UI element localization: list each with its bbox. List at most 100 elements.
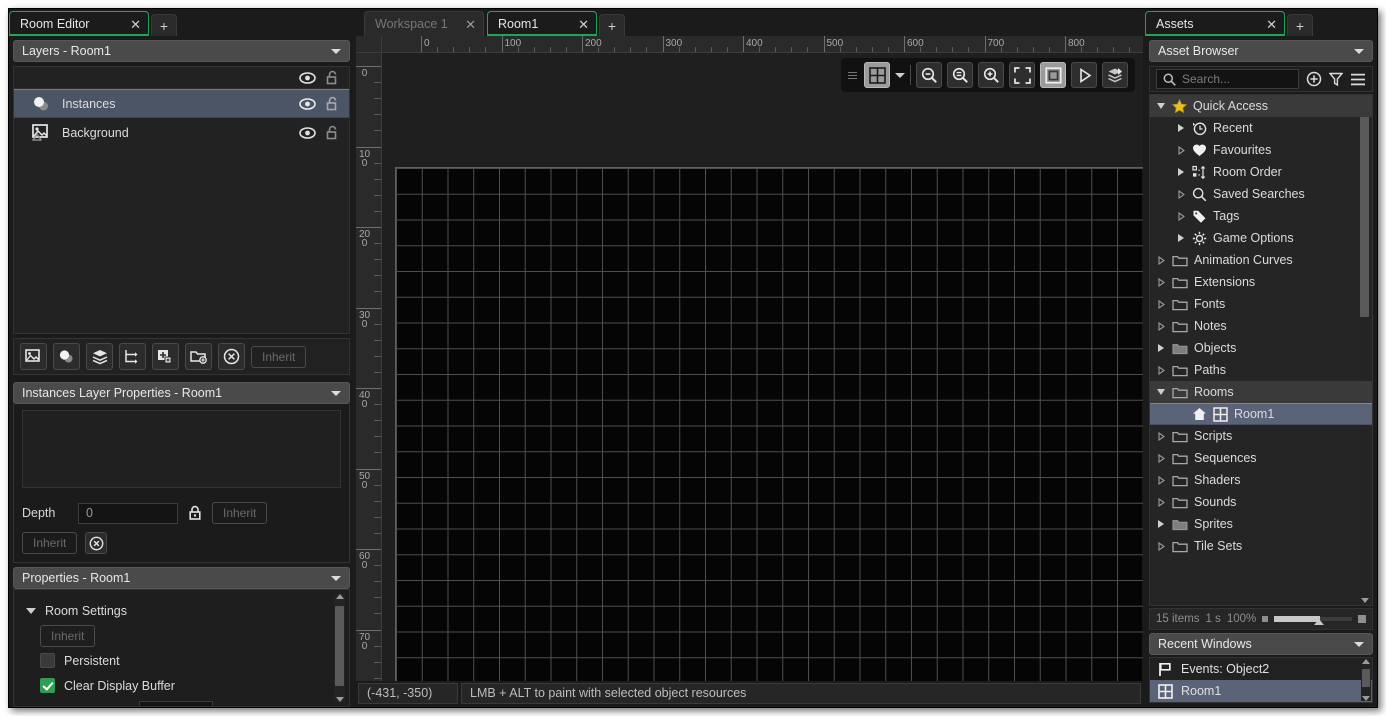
delete-layer-button[interactable] (218, 343, 245, 370)
asset-tree-row-objects[interactable]: Objects (1150, 337, 1372, 359)
menu-button[interactable] (1350, 73, 1366, 86)
close-icon[interactable]: ✕ (465, 18, 476, 31)
search-input[interactable]: Search... (1156, 69, 1299, 89)
recent-window-events-object2[interactable]: Events: Object2 (1150, 658, 1372, 680)
layer-overlay-button[interactable] (1102, 62, 1128, 88)
caret-right-icon[interactable] (1156, 277, 1166, 287)
eye-icon[interactable] (299, 97, 316, 110)
close-icon[interactable]: ✕ (1266, 18, 1277, 31)
asset-tree-row-sequences[interactable]: Sequences (1150, 447, 1372, 469)
recent-windows-scrollbar[interactable] (1361, 659, 1371, 701)
caret-right-icon[interactable] (1156, 255, 1166, 265)
scroll-down-icon[interactable] (336, 697, 344, 702)
chevron-down-icon[interactable] (331, 48, 341, 54)
caret-right-icon[interactable] (1176, 145, 1186, 155)
add-folder-layer-button[interactable] (185, 343, 212, 370)
asset-tree-row-sprites[interactable]: Sprites (1150, 513, 1372, 535)
instances-layer-properties-header[interactable]: Instances Layer Properties - Room1 (13, 382, 350, 404)
asset-tree-row-tile-sets[interactable]: Tile Sets (1150, 535, 1372, 557)
asset-tree-row-quick-access[interactable]: Quick Access (1150, 95, 1372, 117)
new-tab-button[interactable]: + (151, 14, 177, 36)
eye-icon[interactable] (299, 126, 316, 139)
room-settings-inherit-button[interactable]: Inherit (40, 624, 96, 647)
tab-room1[interactable]: Room1 ✕ (487, 11, 597, 36)
scroll-up-icon[interactable] (1362, 659, 1370, 664)
new-workspace-tab-button[interactable]: + (599, 14, 625, 36)
clear-inherit-button[interactable] (85, 532, 108, 554)
scrollbar-thumb[interactable] (1362, 669, 1370, 687)
caret-right-icon[interactable] (1156, 453, 1166, 463)
add-asset-button[interactable] (1306, 71, 1322, 87)
recent-window-room1[interactable]: Room1 (1150, 680, 1372, 702)
persistent-checkbox[interactable] (40, 653, 55, 668)
ruler-horizontal[interactable]: 0100200300400500600700800900100011001200… (382, 36, 1143, 53)
add-asset-layer-button[interactable] (152, 343, 179, 370)
caret-right-icon[interactable] (1156, 431, 1166, 441)
clear-display-buffer-row[interactable]: Clear Display Buffer (14, 673, 349, 698)
caret-right-icon[interactable] (1156, 344, 1166, 352)
zoom-in-button[interactable] (978, 62, 1004, 88)
add-tile-layer-button[interactable] (86, 343, 113, 370)
caret-right-icon[interactable] (1156, 541, 1166, 551)
asset-tree-row-notes[interactable]: Notes (1150, 315, 1372, 337)
caret-right-icon[interactable] (1156, 520, 1166, 528)
layer-row-instances[interactable]: Instances (14, 89, 349, 118)
caret-down-icon[interactable] (1156, 103, 1166, 109)
asset-tree-row-recent[interactable]: Recent (1150, 117, 1372, 139)
chevron-down-icon[interactable] (1354, 48, 1364, 54)
asset-tree-row-shaders[interactable]: Shaders (1150, 469, 1372, 491)
clear-display-buffer-checkbox[interactable] (40, 678, 55, 693)
caret-right-icon[interactable] (1156, 299, 1166, 309)
caret-right-icon[interactable] (1176, 234, 1186, 242)
unlock-icon[interactable] (326, 70, 339, 85)
persistent-row[interactable]: Persistent (14, 648, 349, 673)
tab-assets[interactable]: Assets ✕ (1145, 11, 1285, 36)
caret-right-icon[interactable] (1156, 475, 1166, 485)
filter-button[interactable] (1329, 72, 1343, 87)
add-path-layer-button[interactable] (119, 343, 146, 370)
asset-tree-row-scripts[interactable]: Scripts (1150, 425, 1372, 447)
asset-tree-row-sounds[interactable]: Sounds (1150, 491, 1372, 513)
depth-input[interactable]: 0 (78, 502, 178, 524)
caret-right-icon[interactable] (1176, 211, 1186, 221)
asset-tree-row-game-options[interactable]: Game Options (1150, 227, 1372, 249)
caret-right-icon[interactable] (1176, 124, 1186, 132)
tab-room-editor[interactable]: Room Editor ✕ (9, 11, 149, 36)
room-bounds-rect[interactable] (395, 167, 1143, 681)
asset-tree-row-animation-curves[interactable]: Animation Curves (1150, 249, 1372, 271)
close-icon[interactable]: ✕ (130, 18, 141, 31)
asset-tree-row-paths[interactable]: Paths (1150, 359, 1372, 381)
new-assets-tab-button[interactable]: + (1287, 14, 1313, 36)
lock-icon[interactable] (188, 505, 202, 521)
asset-tree-row-room-order[interactable]: Room Order (1150, 161, 1372, 183)
toolbar-grip-icon[interactable] (848, 71, 857, 79)
caret-right-icon[interactable] (1176, 168, 1186, 176)
depth-inherit-button[interactable]: Inherit (212, 502, 268, 524)
show-viewport-button[interactable] (1040, 62, 1066, 88)
caret-right-icon[interactable] (1156, 497, 1166, 507)
layer-row-background[interactable]: Background (14, 118, 349, 147)
grid-options-dropdown-icon[interactable] (895, 72, 905, 78)
zoom-reset-button[interactable] (947, 62, 973, 88)
asset-tree-row-saved-searches[interactable]: Saved Searches (1150, 183, 1372, 205)
zoom-out-button[interactable] (916, 62, 942, 88)
layers-section-header[interactable]: Layers - Room1 (13, 40, 350, 62)
layer-inherit-button[interactable]: Inherit (251, 345, 307, 368)
asset-tree-row-fonts[interactable]: Fonts (1150, 293, 1372, 315)
caret-right-icon[interactable] (1156, 321, 1166, 331)
add-instance-layer-button[interactable] (53, 343, 80, 370)
asset-tree-row-favourites[interactable]: Favourites (1150, 139, 1372, 161)
unlock-icon[interactable] (326, 96, 339, 111)
tab-workspace-1[interactable]: Workspace 1 ✕ (364, 11, 484, 36)
scroll-down-icon[interactable] (1362, 696, 1370, 701)
asset-zoom-slider[interactable] (1274, 616, 1352, 625)
asset-browser-header[interactable]: Asset Browser (1149, 40, 1373, 62)
chevron-down-icon[interactable] (1354, 641, 1364, 647)
asset-tree-row-room1[interactable]: Room1 (1150, 403, 1372, 425)
eye-icon[interactable] (299, 71, 316, 84)
room-settings-group[interactable]: Room Settings (14, 598, 349, 623)
grid-toggle-button[interactable] (864, 62, 890, 88)
properties-scrollbar[interactable] (334, 594, 345, 702)
asset-tree-row-tags[interactable]: Tags (1150, 205, 1372, 227)
close-icon[interactable]: ✕ (578, 18, 589, 31)
